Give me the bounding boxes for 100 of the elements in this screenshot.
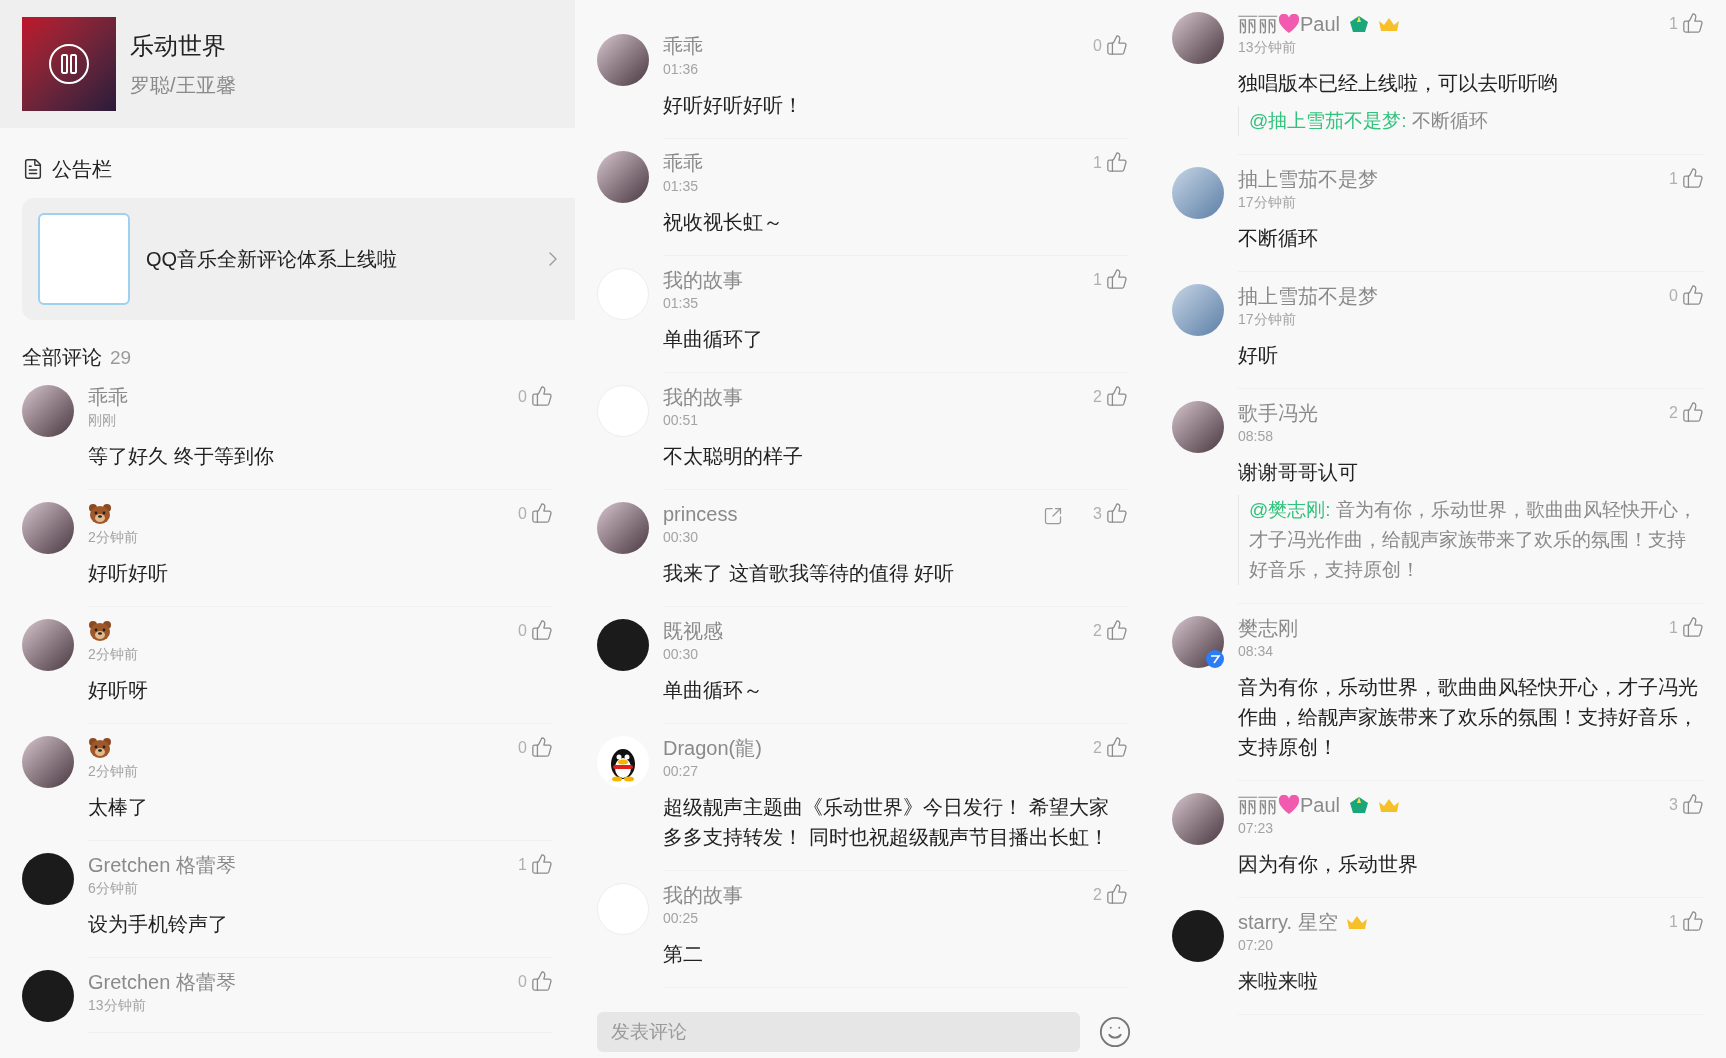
comment-time: 2分钟前 [88, 761, 139, 780]
user-name[interactable]: 乖乖 [88, 384, 128, 409]
user-name[interactable]: Paul [1300, 793, 1341, 817]
user-name[interactable]: Gretchen 格蕾琴 [88, 852, 236, 877]
user-name[interactable]: Gretchen 格蕾琴 [88, 969, 236, 994]
comment-time: 07:23 [1238, 819, 1275, 837]
user-name[interactable]: 抽上雪茄不是梦 [1238, 167, 1378, 191]
user-name[interactable]: Dragon(龍) [663, 736, 762, 760]
like-icon[interactable] [1682, 793, 1704, 815]
user-name[interactable]: Paul [1300, 12, 1341, 36]
avatar-photo-placeholder[interactable] [1172, 910, 1224, 962]
mention-link[interactable]: @抽上雪茄不是梦: [1249, 110, 1407, 131]
like-icon[interactable] [1106, 151, 1128, 173]
comment-time: 07:20 [1238, 936, 1275, 954]
comment-text: 超级靓声主题曲《乐动世界》今日发行！ 希望大家多多支持转发！ 同时也祝超级靓声节目播出长虹！ [663, 795, 1110, 850]
avatar-photo-placeholder[interactable] [1172, 401, 1224, 453]
avatar-photo-placeholder[interactable] [22, 969, 74, 1022]
like-icon[interactable] [1106, 883, 1128, 905]
like-icon[interactable] [1106, 502, 1128, 524]
like-icon[interactable] [1682, 910, 1704, 932]
avatar-photo-placeholder[interactable] [597, 34, 649, 86]
song-title: 乐动世界 [130, 31, 227, 61]
like-count: 1 [1669, 618, 1678, 638]
like-count: 0 [518, 737, 527, 758]
user-name[interactable]: 乖乖 [663, 151, 703, 175]
comment-time: 00:30 [663, 528, 700, 546]
like-count: 1 [1093, 153, 1102, 173]
heart-icon [1278, 14, 1300, 34]
album-cover-placeholder[interactable] [22, 17, 116, 111]
avatar-photo-placeholder[interactable] [22, 501, 74, 554]
comment-time: 2分钟前 [88, 644, 139, 663]
avatar-photo-placeholder[interactable] [597, 151, 649, 203]
like-count: 1 [1669, 169, 1678, 189]
share-icon[interactable] [1043, 506, 1064, 526]
penguin-avatar [597, 736, 649, 788]
like-count: 2 [1669, 403, 1678, 423]
comment-text: 不太聪明的样子 [663, 444, 804, 469]
user-name[interactable]: 我的故事 [663, 268, 743, 292]
like-icon[interactable] [531, 735, 553, 758]
notice-heading: 公告栏 [52, 157, 112, 182]
user-name[interactable]: 樊志刚 [1238, 616, 1298, 640]
like-icon[interactable] [531, 969, 553, 992]
bear-emoji-icon [88, 736, 112, 759]
bear-emoji-icon [88, 502, 112, 525]
like-icon[interactable] [1682, 167, 1704, 189]
comment-text: 不断循环 [1238, 226, 1319, 251]
level-badge-icon [1348, 14, 1371, 34]
pause-icon[interactable] [49, 44, 89, 84]
heart-icon [1278, 795, 1300, 815]
like-icon[interactable] [531, 618, 553, 641]
like-icon[interactable] [531, 852, 553, 875]
comment-input[interactable]: 发表评论 [597, 1012, 1080, 1052]
like-icon[interactable] [1106, 736, 1128, 758]
user-name[interactable]: starry. 星空 [1238, 910, 1338, 934]
like-icon[interactable] [1682, 12, 1704, 34]
avatar-photo-placeholder[interactable] [1172, 12, 1224, 64]
user-name[interactable]: 我的故事 [663, 385, 743, 409]
avatar-photo-placeholder[interactable] [1172, 616, 1224, 668]
like-count: 0 [518, 503, 527, 524]
like-icon[interactable] [1106, 268, 1128, 290]
like-count: 1 [1093, 270, 1102, 290]
user-name[interactable]: 抽上雪茄不是梦 [1238, 284, 1378, 308]
like-icon[interactable] [531, 501, 553, 524]
comment-time: 00:27 [663, 762, 700, 780]
like-count: 0 [518, 971, 527, 992]
like-icon[interactable] [1106, 385, 1128, 407]
like-icon[interactable] [1682, 616, 1704, 638]
crown-badge-icon [1345, 914, 1368, 930]
like-icon[interactable] [1106, 34, 1128, 56]
user-name[interactable]: 丽丽 [1238, 793, 1278, 817]
user-name[interactable]: 歌手冯光 [1238, 401, 1318, 425]
comment-text: 好听好听好听！ [663, 93, 804, 118]
like-icon[interactable] [1682, 401, 1704, 423]
like-icon[interactable] [531, 384, 553, 407]
comment-text: 音为有你，乐动世界，歌曲曲风轻快开心，才子冯光作曲，给靓声家族带来了欢乐的氛围！支持好音乐，支持原创！ [1238, 675, 1699, 760]
avatar-photo-placeholder[interactable] [22, 852, 74, 905]
user-name[interactable]: 我的故事 [663, 883, 743, 907]
avatar-photo-placeholder[interactable] [1172, 793, 1224, 845]
comment-time: 13分钟前 [88, 995, 147, 1014]
like-icon[interactable] [1106, 619, 1128, 641]
user-name[interactable]: 乖乖 [663, 34, 703, 58]
like-icon[interactable] [1682, 284, 1704, 306]
comment-time: 00:25 [663, 909, 700, 927]
avatar-photo-placeholder[interactable] [597, 502, 649, 554]
like-count: 2 [1093, 738, 1102, 758]
user-name[interactable]: 丽丽 [1238, 12, 1278, 36]
user-name[interactable]: princess [663, 502, 738, 526]
level-badge-icon [1348, 795, 1371, 815]
emoji-icon[interactable] [1098, 1015, 1132, 1049]
comment-time: 2分钟前 [88, 527, 139, 546]
avatar-photo-placeholder[interactable] [22, 735, 74, 788]
like-count: 1 [518, 854, 527, 875]
comment-time: 17分钟前 [1238, 310, 1297, 328]
avatar-photo-placeholder[interactable] [597, 619, 649, 671]
avatar-photo-placeholder[interactable] [22, 384, 74, 437]
comment-text: 谢谢哥哥认可 [1238, 460, 1359, 485]
mention-link[interactable]: @樊志刚: [1249, 499, 1331, 520]
user-name[interactable]: 既视感 [663, 619, 723, 643]
avatar-photo-placeholder[interactable] [22, 618, 74, 671]
notice-card[interactable]: QQ音乐全新评论体系上线啦 [22, 198, 575, 320]
